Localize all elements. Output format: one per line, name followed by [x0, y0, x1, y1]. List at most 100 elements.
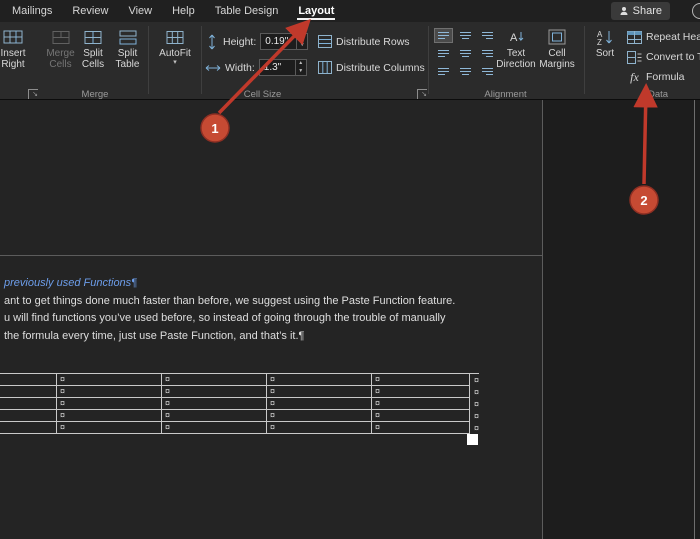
- table-cell[interactable]: ¤: [162, 398, 267, 410]
- text-direction-icon: A: [507, 29, 525, 45]
- spin-up-icon[interactable]: ▲: [296, 60, 306, 68]
- table-cell[interactable]: ¤: [57, 398, 162, 410]
- distribute-rows-label: Distribute Rows: [336, 36, 410, 48]
- document-canvas: previously used Functions¶ ant to get th…: [0, 100, 700, 539]
- tab-view[interactable]: View: [118, 1, 162, 21]
- table-cell[interactable]: ¤: [57, 386, 162, 398]
- insert-right-icon: [3, 29, 23, 45]
- table-cell[interactable]: ¤: [57, 422, 162, 434]
- table-cell[interactable]: ¤: [57, 410, 162, 422]
- table-cell[interactable]: [0, 374, 57, 386]
- column-width-icon: [205, 61, 221, 75]
- svg-text:Z: Z: [597, 38, 602, 46]
- table-row: ¤¤¤¤¤: [0, 410, 479, 422]
- table-cell[interactable]: ¤: [372, 422, 470, 434]
- table-cell[interactable]: ¤: [57, 374, 162, 386]
- split-cells-button[interactable]: Split Cells: [78, 25, 108, 87]
- table-cell[interactable]: [0, 398, 57, 410]
- align-center-button[interactable]: [456, 46, 475, 61]
- width-spinner[interactable]: ▲▼: [295, 60, 306, 75]
- align-center-left-button[interactable]: [434, 46, 453, 61]
- width-input[interactable]: 1.3" ▲▼: [259, 59, 307, 76]
- share-label: Share: [633, 5, 662, 17]
- svg-text:A: A: [510, 32, 518, 44]
- height-value[interactable]: 0.19": [261, 34, 296, 49]
- doc-text-line: ant to get things done much faster than …: [4, 295, 455, 307]
- repeat-header-rows-button[interactable]: Repeat Heade: [627, 28, 700, 46]
- end-of-row-mark: ¤: [470, 422, 479, 434]
- distribute-columns-button[interactable]: Distribute Columns: [318, 61, 425, 74]
- tab-review[interactable]: Review: [62, 1, 118, 21]
- doc-text-line: the formula every time, just use Paste F…: [4, 330, 304, 342]
- table-cell[interactable]: ¤: [267, 374, 372, 386]
- table-cell[interactable]: [0, 422, 57, 434]
- table-cell[interactable]: ¤: [267, 410, 372, 422]
- document-page[interactable]: previously used Functions¶ ant to get th…: [0, 100, 543, 539]
- comments-icon[interactable]: [692, 3, 700, 19]
- rows-columns-dialog-launcher[interactable]: ↘: [28, 89, 38, 99]
- document-table[interactable]: ¤¤¤¤¤¤¤¤¤¤¤¤¤¤¤¤¤¤¤¤¤¤¤¤¤: [0, 373, 479, 434]
- table-cell[interactable]: ¤: [162, 374, 267, 386]
- width-value[interactable]: 1.3": [260, 60, 295, 75]
- align-bottom-right-button[interactable]: [478, 64, 497, 79]
- split-table-label-2: Table: [116, 59, 140, 70]
- share-button[interactable]: Share: [611, 2, 670, 20]
- tab-mailings[interactable]: Mailings: [2, 1, 62, 21]
- spin-down-icon[interactable]: ▼: [296, 68, 306, 76]
- spin-down-icon[interactable]: ▼: [297, 42, 307, 50]
- table-cell[interactable]: ¤: [372, 386, 470, 398]
- convert-to-text-button[interactable]: Convert to Tex: [627, 48, 700, 66]
- table-cell[interactable]: ¤: [162, 422, 267, 434]
- split-table-icon: [119, 29, 137, 45]
- height-row: Height: 0.19" ▲▼: [205, 33, 308, 50]
- autofit-button[interactable]: AutoFit ▾: [153, 25, 197, 87]
- align-top-right-button[interactable]: [478, 28, 497, 43]
- cell-margins-label-1: Cell: [548, 48, 565, 59]
- table-cell[interactable]: ¤: [162, 410, 267, 422]
- height-input[interactable]: 0.19" ▲▼: [260, 33, 308, 50]
- convert-to-text-label: Convert to Tex: [646, 51, 700, 63]
- table-cell[interactable]: ¤: [372, 410, 470, 422]
- sort-button[interactable]: AZ Sort: [588, 25, 622, 87]
- align-top-left-button[interactable]: [434, 28, 453, 43]
- align-bottom-left-button[interactable]: [434, 64, 453, 79]
- align-bottom-center-button[interactable]: [456, 64, 475, 79]
- text-direction-button[interactable]: A Text Direction: [498, 25, 534, 87]
- insert-right-button[interactable]: Insert Right: [0, 25, 40, 87]
- menu-bar: Mailings Review View Help Table Design L…: [0, 0, 700, 22]
- table-cell[interactable]: [0, 386, 57, 398]
- align-center-right-button[interactable]: [478, 46, 497, 61]
- menubar-right: Share: [611, 2, 670, 20]
- table-cell[interactable]: ¤: [267, 398, 372, 410]
- cell-margins-button[interactable]: Cell Margins: [537, 25, 577, 87]
- align-top-center-button[interactable]: [456, 28, 475, 43]
- table-cell[interactable]: [0, 410, 57, 422]
- cell-size-group-label: Cell Size: [205, 89, 320, 100]
- table-cell[interactable]: ¤: [267, 422, 372, 434]
- sort-label: Sort: [596, 48, 614, 59]
- end-of-row-mark: ¤: [470, 410, 479, 422]
- table-cell[interactable]: ¤: [267, 386, 372, 398]
- split-table-button[interactable]: Split Table: [110, 25, 145, 87]
- ribbon-separator: [428, 26, 429, 94]
- width-label: Width:: [225, 62, 255, 74]
- insert-right-label-2: Right: [1, 59, 24, 70]
- distribute-rows-button[interactable]: Distribute Rows: [318, 35, 410, 48]
- table-cell-selection-handle[interactable]: [467, 434, 478, 445]
- spin-up-icon[interactable]: ▲: [297, 34, 307, 42]
- merge-group-label: Merge: [45, 89, 145, 100]
- split-cells-icon: [84, 29, 102, 45]
- table-cell[interactable]: ¤: [372, 374, 470, 386]
- tab-table-design[interactable]: Table Design: [205, 1, 289, 21]
- table-row: ¤¤¤¤¤: [0, 398, 479, 410]
- height-spinner[interactable]: ▲▼: [296, 34, 307, 49]
- formula-button[interactable]: fx Formula: [627, 68, 685, 86]
- table-cell[interactable]: ¤: [372, 398, 470, 410]
- merge-cells-icon: [52, 29, 70, 45]
- tab-layout[interactable]: Layout: [288, 1, 344, 21]
- table-cell[interactable]: ¤: [162, 386, 267, 398]
- tab-help[interactable]: Help: [162, 1, 205, 21]
- formula-fx-icon: fx: [627, 70, 642, 85]
- doc-text-line: u will find functions you’ve used before…: [4, 312, 446, 324]
- cell-size-dialog-launcher[interactable]: ↘: [417, 89, 427, 99]
